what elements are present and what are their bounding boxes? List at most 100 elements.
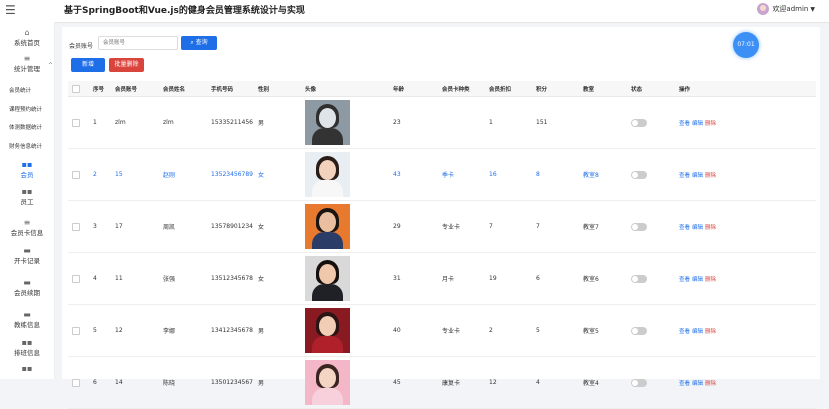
cell-account: 17	[111, 200, 159, 253]
table-row: 6 14 陈晓 13501234567 男 45 康复卡 12 4 教室4 查看 编辑 删除	[68, 356, 816, 409]
column-header: 教室	[579, 81, 627, 97]
sidebar-item-member-card[interactable]: ≡ 会员卡信息	[0, 218, 54, 237]
sidebar-item-renewal[interactable]: ▬ 会员续期	[0, 278, 54, 297]
cell-age: 29	[389, 200, 438, 253]
cell-no: 2	[89, 148, 111, 201]
status-toggle[interactable]	[631, 274, 647, 283]
cell-age: 40	[389, 304, 438, 357]
cell-name: 李娜	[159, 304, 207, 357]
user-greeting: 欢迎admin	[772, 5, 809, 13]
member-photo	[305, 308, 350, 353]
row-checkbox[interactable]	[68, 304, 89, 357]
delete-link[interactable]: 删除	[705, 173, 716, 179]
view-link[interactable]: 查看	[679, 225, 690, 231]
sidebar-item-label: 系统首页	[14, 39, 40, 47]
status-toggle[interactable]	[631, 222, 647, 231]
sidebar-item-stats[interactable]: ≡ 统计管理	[0, 54, 54, 73]
actions-cell: 查看 编辑 删除	[675, 252, 816, 305]
cell-account: 14	[111, 356, 159, 409]
edit-link[interactable]: 编辑	[692, 225, 703, 231]
sidebar-item-member[interactable]: ▪▪ 会员	[0, 160, 54, 179]
cell-phone: 13501234567	[207, 356, 254, 409]
table-row: 5 12 李娜 13412345678 男 40 专业卡 2 5 教室5 查看 编辑 删除	[68, 304, 816, 357]
sidebar: ⌂ 系统首页 ≡ 统计管理 ^ 会员统计 课程预约统计 体测数据统计 财务信息统…	[0, 22, 55, 379]
cell-room: 教室8	[579, 148, 627, 201]
status-toggle[interactable]	[631, 118, 647, 127]
status-toggle[interactable]	[631, 170, 647, 179]
cell-card: 月卡	[438, 252, 485, 305]
query-button[interactable]: ⌕ 查询	[181, 36, 217, 50]
search-input[interactable]	[98, 36, 178, 50]
status-toggle[interactable]	[631, 378, 647, 387]
member-photo	[305, 204, 350, 249]
cell-no: 5	[89, 304, 111, 357]
clock-widget: 07:01	[733, 32, 759, 58]
sidebar-item-label: 会员续期	[14, 289, 40, 297]
view-link[interactable]: 查看	[679, 277, 690, 283]
cell-points: 7	[532, 200, 579, 253]
column-header: 操作	[675, 81, 816, 97]
edit-link[interactable]: 编辑	[692, 329, 703, 335]
sidebar-item-staff[interactable]: ▪▪ 员工	[0, 187, 54, 206]
table-row: 3 17 周凯 13578901234 女 29 专业卡 7 7 教室7 查看 编辑 删除	[68, 200, 816, 253]
cell-discount: 16	[485, 148, 532, 201]
cell-gender: 男	[254, 304, 301, 357]
cell-card	[438, 96, 485, 149]
sidebar-item-more[interactable]: ▪▪	[0, 364, 54, 373]
edit-link[interactable]: 编辑	[692, 381, 703, 387]
delete-link[interactable]: 删除	[705, 121, 716, 127]
sidebar-subitem-fitness-stats[interactable]: 体测数据统计	[9, 123, 42, 131]
cell-card: 季卡	[438, 148, 485, 201]
sidebar-item-label: 统计管理	[14, 65, 40, 73]
actions-cell: 查看 编辑 删除	[675, 148, 816, 201]
cell-no: 1	[89, 96, 111, 149]
table-header-row: 序号 会员账号 会员姓名 手机号码 性别 头像 年龄 会员卡种类 会员折扣 积分…	[68, 81, 816, 97]
cell-points: 4	[532, 356, 579, 409]
card-icon: ▬	[23, 246, 31, 255]
row-checkbox[interactable]	[68, 356, 89, 409]
cell-discount: 12	[485, 356, 532, 409]
cell-points: 6	[532, 252, 579, 305]
column-header: 手机号码	[207, 81, 254, 97]
row-checkbox[interactable]	[68, 200, 89, 253]
view-link[interactable]: 查看	[679, 121, 690, 127]
batch-delete-button[interactable]: 批量删除	[109, 58, 144, 72]
cell-no: 6	[89, 356, 111, 409]
sidebar-item-schedule[interactable]: ▪▪ 排班信息	[0, 338, 54, 357]
top-bar: ☰ 基于SpringBoot和Vue.js的健身会员管理系统设计与实现 欢迎ad…	[0, 0, 829, 23]
member-photo	[305, 360, 350, 405]
edit-link[interactable]: 编辑	[692, 173, 703, 179]
actions-cell: 查看 编辑 删除	[675, 96, 816, 149]
sidebar-item-card-records[interactable]: ▬ 开卡记录	[0, 246, 54, 265]
delete-link[interactable]: 删除	[705, 381, 716, 387]
cell-account: 11	[111, 252, 159, 305]
avatar-cell	[301, 252, 389, 305]
view-link[interactable]: 查看	[679, 381, 690, 387]
delete-link[interactable]: 删除	[705, 277, 716, 283]
row-checkbox[interactable]	[68, 252, 89, 305]
avatar-cell	[301, 148, 389, 201]
add-button[interactable]: 新增	[71, 58, 105, 72]
column-header: 会员姓名	[159, 81, 207, 97]
cell-age: 31	[389, 252, 438, 305]
sidebar-item-coach[interactable]: ▬ 教练信息	[0, 310, 54, 329]
status-toggle[interactable]	[631, 326, 647, 335]
view-link[interactable]: 查看	[679, 329, 690, 335]
sidebar-subitem-finance-stats[interactable]: 财务信息统计	[9, 142, 42, 150]
sidebar-subitem-booking-stats[interactable]: 课程预约统计	[9, 105, 42, 113]
sidebar-subitem-member-stats[interactable]: 会员统计	[9, 86, 31, 94]
select-all-checkbox[interactable]	[68, 81, 89, 97]
row-checkbox[interactable]	[68, 96, 89, 149]
edit-link[interactable]: 编辑	[692, 277, 703, 283]
delete-link[interactable]: 删除	[705, 329, 716, 335]
menu-toggle-icon[interactable]: ☰	[5, 3, 16, 17]
row-checkbox[interactable]	[68, 148, 89, 201]
delete-link[interactable]: 删除	[705, 225, 716, 231]
cell-phone: 13512345678	[207, 252, 254, 305]
sidebar-item-home[interactable]: ⌂ 系统首页	[0, 28, 54, 47]
view-link[interactable]: 查看	[679, 173, 690, 179]
edit-link[interactable]: 编辑	[692, 121, 703, 127]
chevron-up-icon[interactable]: ^	[48, 62, 53, 69]
grid-icon: ▪▪	[21, 187, 33, 196]
user-menu[interactable]: 欢迎admin ▼	[757, 3, 815, 15]
